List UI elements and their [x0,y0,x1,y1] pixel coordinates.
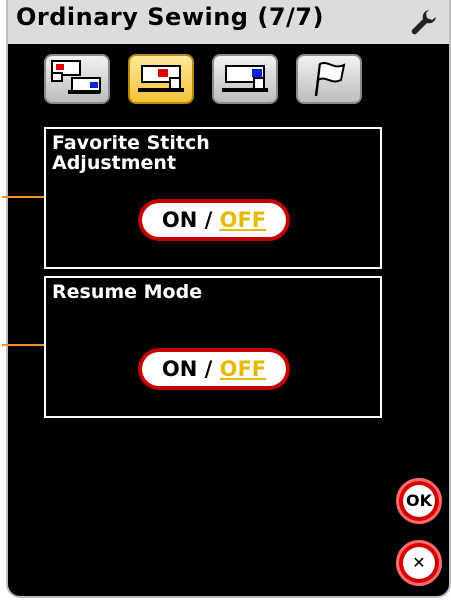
separator: / [204,208,213,232]
close-button[interactable]: ✕ [396,540,442,586]
leader-line [2,344,44,346]
on-label: ON [161,208,198,232]
toggle-label: ON / OFF [142,352,286,386]
header-bar: Ordinary Sewing (7/7) [8,0,449,44]
tab-flag[interactable] [296,54,362,104]
sewing-machine-blue-icon [222,65,268,92]
settings-panel: Ordinary Sewing (7/7) Favorite Stitch Ad… [2,0,451,598]
screen: Ordinary Sewing (7/7) Favorite Stitch Ad… [0,0,451,601]
ok-button[interactable]: OK [396,478,442,524]
toggle-label: ON / OFF [142,203,286,237]
on-label: ON [161,357,198,381]
sewing-machine-red-icon [138,65,184,92]
resume-mode-toggle[interactable]: ON / OFF [138,348,290,390]
tab-machine-blue[interactable] [212,54,278,104]
close-icon: ✕ [403,547,435,579]
setting-title-line1: Resume Mode [52,281,203,303]
setting-title: Resume Mode [52,282,352,302]
page-title: Ordinary Sewing (7/7) [16,3,324,31]
leader-line [2,196,44,198]
setting-title: Favorite Stitch Adjustment [52,133,352,173]
off-label: OFF [219,208,267,232]
favorite-stitch-toggle[interactable]: ON / OFF [138,199,290,241]
setting-title-line1: Favorite Stitch [52,132,210,154]
setting-title-line2: Adjustment [52,152,177,174]
setting-resume-mode: Resume Mode ON / OFF [44,276,382,418]
tab-machine-red[interactable] [128,54,194,104]
off-label: OFF [219,357,267,381]
flag-icon [314,62,346,97]
ok-label: OK [403,485,435,517]
tab-two-machines[interactable] [44,54,110,104]
separator: / [204,357,213,381]
setting-favorite-stitch: Favorite Stitch Adjustment ON / OFF [44,127,382,269]
wrench-icon[interactable] [407,6,439,38]
two-machines-icon [51,60,101,94]
